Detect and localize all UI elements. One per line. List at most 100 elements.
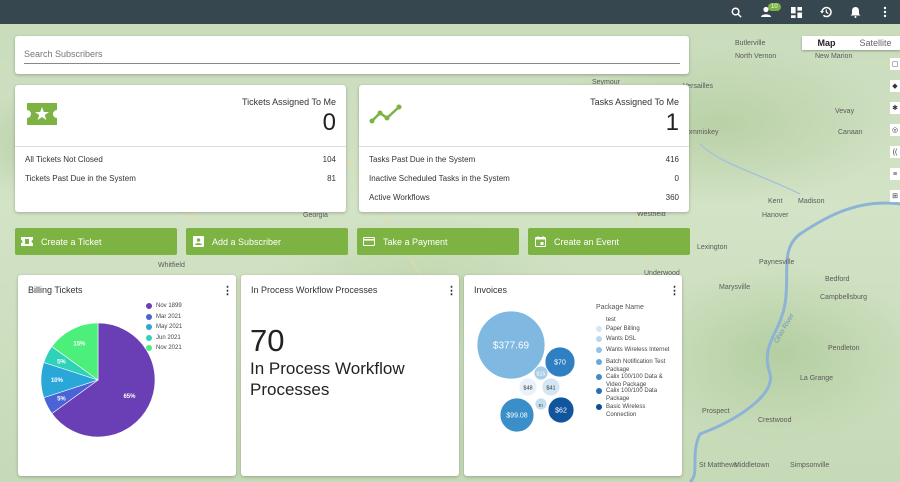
tasks-title: Tasks Assigned To Me	[590, 97, 679, 107]
stat-value: 104	[322, 155, 336, 164]
calendar-icon	[534, 236, 546, 248]
stat-row[interactable]: Active Workflows 360	[369, 193, 679, 202]
add-subscriber-button[interactable]: Add a Subscriber	[186, 228, 348, 255]
legend-swatch	[146, 334, 152, 341]
map-place-label: Canaan	[838, 129, 863, 136]
map-place-label: St Matthews	[699, 462, 738, 469]
map-place-label: Prospect	[702, 408, 730, 415]
legend-item[interactable]: Nov 2021	[146, 345, 182, 351]
legend-item[interactable]: Batch Notification Test Package	[596, 358, 676, 374]
more-vert-icon[interactable]: ⋮	[446, 284, 457, 297]
map-place-label: Lexington	[697, 244, 728, 251]
dashboard-icon[interactable]	[784, 0, 808, 24]
stat-value: 360	[665, 193, 679, 202]
map-place-label: Hanover	[762, 212, 789, 219]
workflow-title: In Process Workflow Processes	[251, 285, 378, 295]
map-place-label: Whitfield	[158, 262, 185, 269]
legend-item[interactable]: Basic Wireless Connection	[596, 403, 676, 419]
legend-label: Wants Wireless Internet	[606, 347, 670, 353]
layers-icon[interactable]: ◆	[890, 80, 900, 92]
map-place-label: Middletown	[734, 462, 770, 469]
legend-swatch	[596, 347, 602, 353]
fullscreen-icon[interactable]: ▢	[890, 58, 900, 70]
legend-swatch	[146, 324, 152, 330]
legend-item[interactable]: Nov 1899	[146, 303, 182, 309]
legend-swatch	[146, 313, 152, 320]
bubble-label: $62	[555, 407, 567, 414]
stat-value: 0	[674, 174, 679, 183]
map-place-label: Butlerville	[735, 40, 766, 47]
ticket-icon	[21, 236, 33, 248]
legend-item[interactable]: Mar 2021	[146, 313, 182, 320]
stat-row[interactable]: Tasks Past Due in the System 416	[369, 155, 679, 164]
legend-item[interactable]: Calix 100/100 Data Package	[596, 387, 676, 403]
stat-value: 416	[665, 155, 679, 164]
stat-label: Tasks Past Due in the System	[369, 155, 476, 164]
map-place-label: Georgia	[303, 212, 328, 219]
invoices-bubble-chart: $377.69 $70 $15 $48 $41 $1 $99.08 $62	[476, 310, 576, 433]
zoom-icon[interactable]: ⊞	[890, 190, 900, 202]
pie-slice-label: 5%	[57, 359, 66, 365]
stat-row[interactable]: All Tickets Not Closed 104	[25, 155, 336, 164]
map-place-label: Simpsonville	[790, 462, 830, 469]
bell-icon[interactable]	[843, 0, 867, 24]
stat-label: Tickets Past Due in the System	[25, 174, 136, 183]
legend-item[interactable]: May 2021	[146, 324, 182, 330]
map-place-label: New Marion	[815, 53, 853, 60]
list-icon[interactable]: ≡	[890, 168, 900, 180]
create-ticket-label: Create a Ticket	[41, 236, 102, 247]
more-vert-icon[interactable]: ⋮	[669, 284, 680, 297]
pie-slice-label: 5%	[57, 397, 66, 403]
legend-swatch	[596, 326, 602, 332]
map-type-satellite[interactable]: Satellite	[851, 36, 900, 50]
bubble-label: $1	[539, 402, 544, 407]
bubble-label: $377.69	[493, 341, 530, 352]
top-bar: 10	[0, 0, 900, 24]
tickets-count: 0	[322, 109, 336, 136]
stat-value: 81	[327, 174, 336, 183]
legend-label: Nov 2021	[156, 345, 182, 351]
map-place-label: Kent	[768, 198, 783, 205]
legend-swatch	[596, 359, 602, 365]
workflow-card: In Process Workflow Processes ⋮ 70 In Pr…	[241, 275, 459, 476]
take-payment-label: Take a Payment	[383, 236, 448, 247]
location-icon[interactable]: ◎	[890, 124, 900, 136]
tasks-count: 1	[665, 109, 679, 136]
search-icon[interactable]	[724, 0, 748, 24]
legend-label: Calix 100/100 Data Package	[606, 388, 658, 402]
signal-icon[interactable]: ((	[890, 146, 900, 158]
legend-item[interactable]: test	[596, 316, 676, 324]
settings-icon[interactable]: ✱	[890, 102, 900, 114]
create-event-button[interactable]: Create an Event	[528, 228, 690, 255]
map-place-label: La Grange	[800, 375, 834, 382]
map-place-label: Paynesville	[759, 259, 795, 266]
map-place-label: Westfield	[637, 211, 666, 218]
take-payment-button[interactable]: Take a Payment	[357, 228, 519, 255]
legend-item[interactable]: Jun 2021	[146, 334, 181, 341]
legend-item[interactable]: Wants DSL	[596, 335, 676, 343]
map-type-map[interactable]: Map	[802, 36, 851, 50]
legend-swatch	[596, 336, 602, 342]
search-subscribers-input[interactable]	[24, 44, 680, 64]
ticket-star-icon	[27, 103, 57, 130]
stat-row[interactable]: Inactive Scheduled Tasks in the System 0	[369, 174, 679, 183]
tickets-card: Tickets Assigned To Me 0 All Tickets Not…	[15, 85, 346, 212]
legend-label: Nov 1899	[156, 303, 182, 309]
workflow-label: In Process Workflow Processes	[250, 359, 405, 399]
map-place-label: Crestwood	[758, 417, 792, 424]
divider	[359, 146, 689, 147]
credit-card-icon	[363, 236, 375, 248]
add-subscriber-label: Add a Subscriber	[212, 236, 282, 247]
more-vert-icon[interactable]	[873, 0, 897, 24]
map-place-label: North Vernon	[735, 53, 777, 60]
legend-item[interactable]: Paper Billing	[596, 325, 676, 333]
invoices-legend-title: Package Name	[596, 304, 644, 311]
invoices-card: Invoices ⋮ $377.69 $70 $15 $48 $41 $1 $99.08 $6…	[464, 275, 682, 476]
trending-icon	[369, 103, 403, 130]
stat-row[interactable]: Tickets Past Due in the System 81	[25, 174, 336, 183]
legend-label: Mar 2021	[156, 313, 182, 320]
create-ticket-button[interactable]: Create a Ticket	[15, 228, 177, 255]
map-place-label: Campbellsburg	[820, 294, 868, 301]
history-icon[interactable]	[814, 0, 838, 24]
legend-item[interactable]: Wants Wireless Internet	[596, 346, 676, 354]
